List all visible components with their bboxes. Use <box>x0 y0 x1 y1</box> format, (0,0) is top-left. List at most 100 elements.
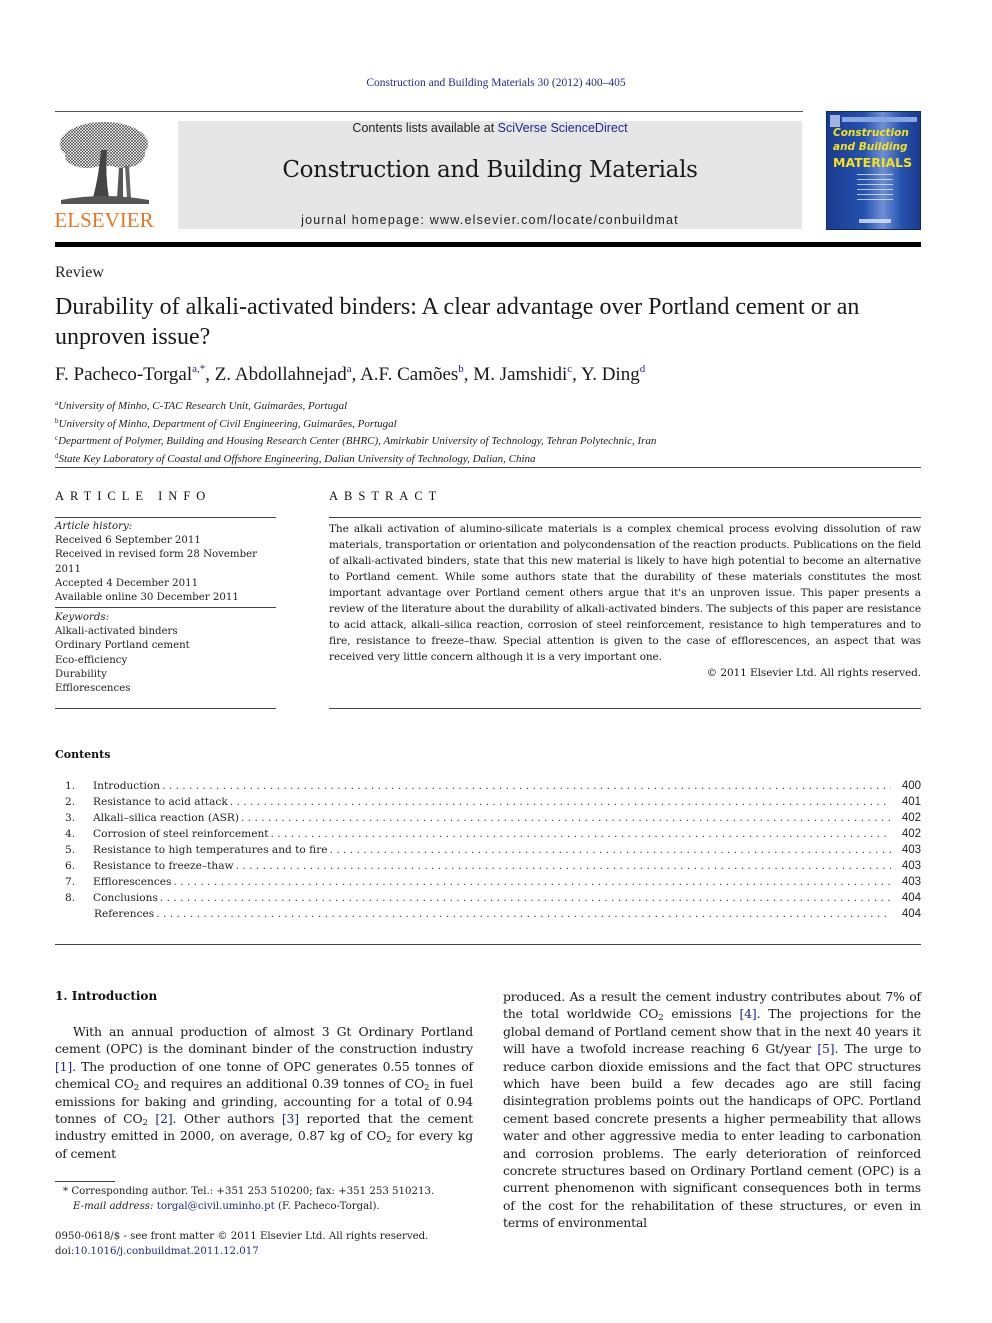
toc-entry[interactable]: 5. Resistance to high temperatures and to… <box>55 844 921 860</box>
toc-leader-dots <box>156 908 891 920</box>
toc-entry[interactable]: References 404 <box>55 908 921 924</box>
keywords: Keywords: Alkali-activated binders Ordin… <box>55 611 285 696</box>
affiliation-text: Department of Polymer, Building and Hous… <box>58 435 657 447</box>
toc-page-number: 401 <box>901 796 921 808</box>
author-affiliation-marker[interactable]: c <box>567 363 572 375</box>
doi-link[interactable]: 10.1016/j.conbuildmat.2011.12.017 <box>74 1246 258 1257</box>
toc-leader-dots <box>271 828 891 840</box>
journal-homepage: journal homepage: www.elsevier.com/locat… <box>178 213 802 227</box>
affiliation: cDepartment of Polymer, Building and Hou… <box>55 431 935 449</box>
author-affiliation-marker[interactable]: a,* <box>192 363 205 375</box>
toc-page-number: 403 <box>901 844 921 856</box>
toc-number: 8. <box>65 892 76 904</box>
toc-entry[interactable]: 1. Introduction 400 <box>55 780 921 796</box>
elsevier-logo[interactable]: ELSEVIER <box>53 120 155 232</box>
toc-number: 7. <box>65 876 76 888</box>
author-name[interactable]: A.F. Camões <box>360 364 458 385</box>
abstract-text: The alkali activation of alumino-silicat… <box>329 523 921 663</box>
author-name[interactable]: M. Jamshidi <box>473 364 567 385</box>
toc-title[interactable]: Resistance to high temperatures and to f… <box>93 844 330 856</box>
toc-entry[interactable]: 6. Resistance to freeze–thaw 403 <box>55 860 921 876</box>
abstract-heading: ABSTRACT <box>329 489 443 503</box>
email-label: E-mail address: <box>73 1200 154 1212</box>
issn-line: 0950-0618/$ - see front matter © 2011 El… <box>55 1231 429 1242</box>
author-affiliation-marker[interactable]: b <box>458 363 464 375</box>
journal-citation[interactable]: Construction and Building Materials 30 (… <box>0 77 992 89</box>
author-affiliation-marker[interactable]: d <box>640 363 646 375</box>
masthead-divider <box>55 242 921 247</box>
keywords-label: Keywords: <box>55 612 110 623</box>
toc-number: 2. <box>65 796 76 808</box>
homepage-label: journal homepage: <box>301 213 430 227</box>
email-link[interactable]: torgal@civil.uminho.pt <box>157 1201 275 1212</box>
homepage-link[interactable]: www.elsevier.com/locate/conbuildmat <box>430 213 679 227</box>
subscript: 2 <box>658 1013 664 1024</box>
front-matter: 0950-0618/$ - see front matter © 2011 El… <box>55 1230 485 1259</box>
toc-title[interactable]: References <box>94 908 156 920</box>
toc-leader-dots <box>241 812 891 824</box>
footnote-divider <box>55 1181 115 1182</box>
affiliation-text: University of Minho, Department of Civil… <box>58 417 397 430</box>
citation-link[interactable]: [5] <box>817 1041 834 1056</box>
section-heading-introduction: 1. Introduction <box>55 989 158 1003</box>
elsevier-wordmark: ELSEVIER <box>54 208 154 232</box>
divider <box>55 111 803 112</box>
author-affiliation-marker[interactable]: a <box>347 363 352 375</box>
toc-entry[interactable]: 3. Alkali–silica reaction (ASR) 402 <box>55 812 921 828</box>
toc-leader-dots <box>236 860 891 872</box>
cover-footer <box>859 219 891 223</box>
author-name[interactable]: Z. Abdollahnejad <box>215 364 347 385</box>
subscript: 2 <box>386 1135 392 1146</box>
keyword: Alkali-activated binders <box>55 626 178 638</box>
divider <box>55 467 921 468</box>
history-item: Available online 30 December 2011 <box>55 592 239 604</box>
toc-entry[interactable]: 2. Resistance to acid attack 401 <box>55 796 921 812</box>
history-item: Accepted 4 December 2011 <box>55 577 199 589</box>
affiliation-text: University of Minho, C-TAC Research Unit… <box>58 400 348 412</box>
toc-entry[interactable]: 4. Corrosion of steel reinforcement 402 <box>55 828 921 844</box>
toc-page-number: 402 <box>901 812 921 824</box>
toc-number: 3. <box>65 812 76 824</box>
sciencedirect-link[interactable]: SciVerse ScienceDirect <box>498 121 628 135</box>
subscript: 2 <box>133 1083 140 1094</box>
toc-entry[interactable]: 8. Conclusions 404 <box>55 892 921 908</box>
email-suffix: (F. Pacheco-Torgal). <box>274 1200 380 1212</box>
affiliation-list: aUniversity of Minho, C-TAC Research Uni… <box>55 396 935 466</box>
body-column-right: produced. As a result the cement industr… <box>503 989 922 1231</box>
corresponding-author-text: Corresponding author. Tel.: +351 253 510… <box>71 1186 435 1197</box>
toc-number: 4. <box>65 828 76 840</box>
contents-availability: Contents lists available at SciVerse Sci… <box>178 121 802 135</box>
divider <box>55 944 921 945</box>
toc-number: 1. <box>65 780 76 792</box>
toc-title[interactable]: Corrosion of steel reinforcement <box>93 828 271 840</box>
toc-title[interactable]: Alkali–silica reaction (ASR) <box>93 812 241 824</box>
citation-link[interactable]: [2] <box>155 1111 172 1126</box>
contents-prefix: Contents lists available at <box>352 121 498 135</box>
toc-entry[interactable]: 7. Efflorescences 403 <box>55 876 921 892</box>
history-item: Received in revised form 28 November 201… <box>55 549 258 575</box>
author-name[interactable]: F. Pacheco-Torgal <box>55 364 192 385</box>
abstract-copyright: © 2011 Elsevier Ltd. All rights reserved… <box>706 667 921 679</box>
toc-page-number: 404 <box>901 892 921 904</box>
toc-title[interactable]: Conclusions <box>93 892 160 904</box>
affiliation-text: State Key Laboratory of Coastal and Offs… <box>58 452 536 465</box>
article-history: Article history: Received 6 September 20… <box>55 520 285 605</box>
affiliation: aUniversity of Minho, C-TAC Research Uni… <box>55 396 935 414</box>
toc-title[interactable]: Resistance to acid attack <box>93 796 230 808</box>
subscript: 2 <box>142 1118 148 1129</box>
citation-link[interactable]: [4] <box>740 1006 757 1021</box>
table-of-contents: 1. Introduction 400 2. Resistance to acid at… <box>55 780 921 924</box>
journal-cover-thumbnail[interactable]: Construction and Building MATERIALS <box>826 111 921 230</box>
author-name[interactable]: Y. Ding <box>581 364 640 385</box>
toc-leader-dots <box>173 876 891 888</box>
keyword: Efflorescences <box>55 683 131 695</box>
toc-title[interactable]: Efflorescences <box>93 876 173 888</box>
affiliation: dState Key Laboratory of Coastal and Off… <box>55 449 935 467</box>
toc-title[interactable]: Resistance to freeze–thaw <box>93 860 236 872</box>
divider <box>55 607 276 608</box>
citation-link[interactable]: [3] <box>282 1111 299 1126</box>
article-info-heading: ARTICLE INFO <box>55 489 212 503</box>
toc-title[interactable]: Introduction <box>93 780 162 792</box>
citation-link[interactable]: [1] <box>55 1059 72 1074</box>
cover-title-materials: MATERIALS <box>833 155 913 170</box>
